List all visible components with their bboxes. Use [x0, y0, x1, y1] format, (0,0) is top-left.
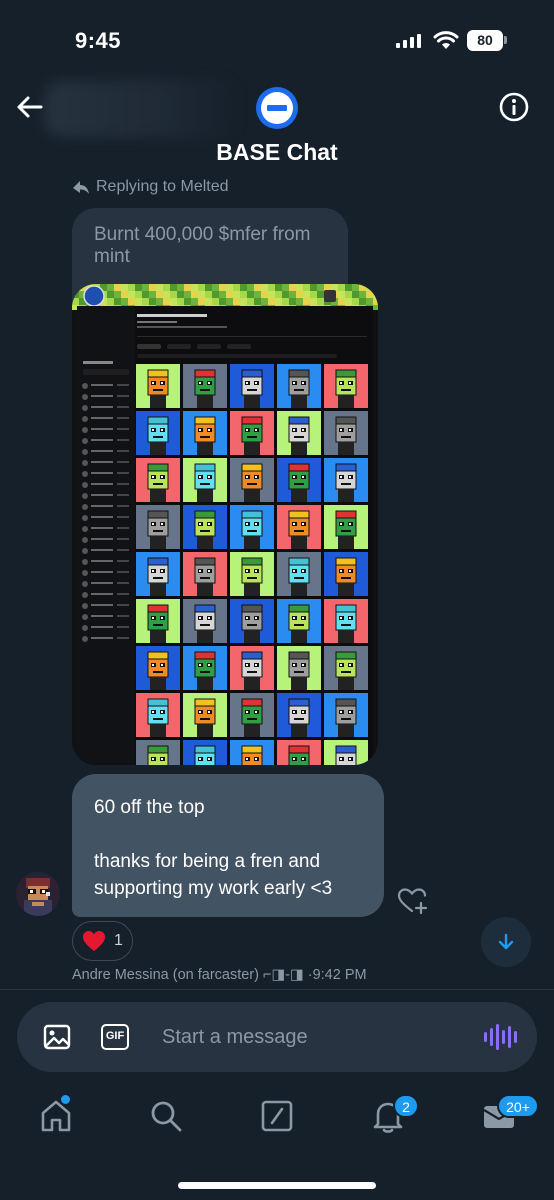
message-bubble[interactable]: 60 off the top thanks for being a fren a… [72, 774, 384, 917]
nft-tile [277, 458, 321, 502]
signal-icon [396, 34, 421, 48]
nft-tile [277, 364, 321, 408]
nft-tile [183, 411, 227, 455]
search-icon[interactable] [148, 1098, 184, 1134]
attached-image[interactable] [72, 284, 378, 765]
nft-tile [183, 646, 227, 690]
nft-tile [277, 411, 321, 455]
nft-tile [324, 411, 368, 455]
nft-tile [277, 693, 321, 737]
nft-tile [230, 411, 274, 455]
nft-tile [277, 646, 321, 690]
image-icon[interactable] [43, 1024, 71, 1050]
nft-tile [136, 505, 180, 549]
status-time: 9:45 [75, 28, 122, 53]
nft-tile [136, 646, 180, 690]
nft-tile [277, 599, 321, 643]
blurred-background-preview [44, 80, 240, 138]
nft-tile [230, 646, 274, 690]
sender-name: Andre Messina (on farcaster) ⌐◨-◨ [72, 967, 304, 983]
marketplace-screenshot [77, 306, 373, 765]
wifi-icon [433, 31, 459, 49]
nft-tile [277, 740, 321, 765]
nft-tile [230, 740, 274, 765]
nft-tile [277, 505, 321, 549]
arrow-down-icon [498, 933, 514, 950]
nft-grid [136, 364, 368, 765]
heart-plus-icon[interactable] [397, 887, 429, 915]
home-icon[interactable] [38, 1098, 74, 1134]
nft-tile [136, 364, 180, 408]
nft-tile [324, 599, 368, 643]
nft-tile [136, 693, 180, 737]
nft-tile [230, 505, 274, 549]
nft-tile [183, 458, 227, 502]
reply-context: Replying to Melted [72, 178, 229, 196]
nft-tile [136, 411, 180, 455]
messages-badge: 20+ [497, 1094, 539, 1118]
nft-tile [183, 693, 227, 737]
nft-tile [277, 552, 321, 596]
nft-tile [230, 552, 274, 596]
message-input[interactable] [162, 1018, 462, 1056]
marketplace-sidebar [77, 306, 135, 765]
home-indicator [178, 1182, 376, 1189]
chat-title[interactable]: BASE Chat [0, 139, 554, 166]
nft-tile [136, 552, 180, 596]
voice-icon[interactable] [484, 1024, 517, 1050]
message-line-1: 60 off the top [94, 797, 205, 818]
base-logo-icon [261, 92, 293, 124]
message-composer: GIF [17, 1002, 537, 1072]
heart-icon [83, 931, 106, 951]
nft-tile [136, 599, 180, 643]
nft-tile [136, 458, 180, 502]
nft-tile [230, 693, 274, 737]
home-notification-dot [61, 1095, 70, 1104]
message-time: 9:42 PM [312, 967, 367, 983]
nft-tile [230, 458, 274, 502]
nft-tile [183, 552, 227, 596]
reply-arrow-icon [73, 181, 89, 194]
reply-label: Replying to Melted [96, 178, 229, 195]
notifications-badge: 2 [393, 1094, 419, 1118]
message-meta: Andre Messina (on farcaster) ⌐◨-◨ ·9:42 … [72, 967, 367, 983]
nft-tile [183, 505, 227, 549]
group-avatar[interactable] [256, 87, 298, 129]
nft-tile [324, 505, 368, 549]
nft-tile [324, 458, 368, 502]
nft-tile [324, 646, 368, 690]
message-line-2: thanks for being a fren and supporting m… [94, 851, 333, 899]
nft-tile [136, 740, 180, 765]
gif-button[interactable]: GIF [101, 1024, 129, 1050]
nft-tile [183, 364, 227, 408]
battery-tip [504, 36, 507, 44]
reaction-count: 1 [114, 932, 123, 949]
reaction-chip[interactable]: 1 [72, 921, 133, 961]
quoted-message-text: Burnt 400,000 $mfer from mint [94, 224, 311, 267]
scroll-down-button[interactable] [481, 917, 531, 967]
back-arrow-icon[interactable] [12, 90, 46, 124]
marketplace-header [137, 314, 367, 358]
nft-tile [324, 740, 368, 765]
nft-tile [324, 552, 368, 596]
nft-tile [183, 599, 227, 643]
sender-avatar[interactable] [16, 872, 60, 916]
divider [0, 989, 554, 990]
nft-tile [183, 740, 227, 765]
info-icon[interactable] [498, 91, 530, 123]
nft-tile [324, 693, 368, 737]
nft-tile [230, 599, 274, 643]
nft-tile [324, 364, 368, 408]
compose-icon[interactable] [259, 1098, 295, 1134]
battery-indicator: 80 [467, 30, 503, 51]
nft-tile [230, 364, 274, 408]
